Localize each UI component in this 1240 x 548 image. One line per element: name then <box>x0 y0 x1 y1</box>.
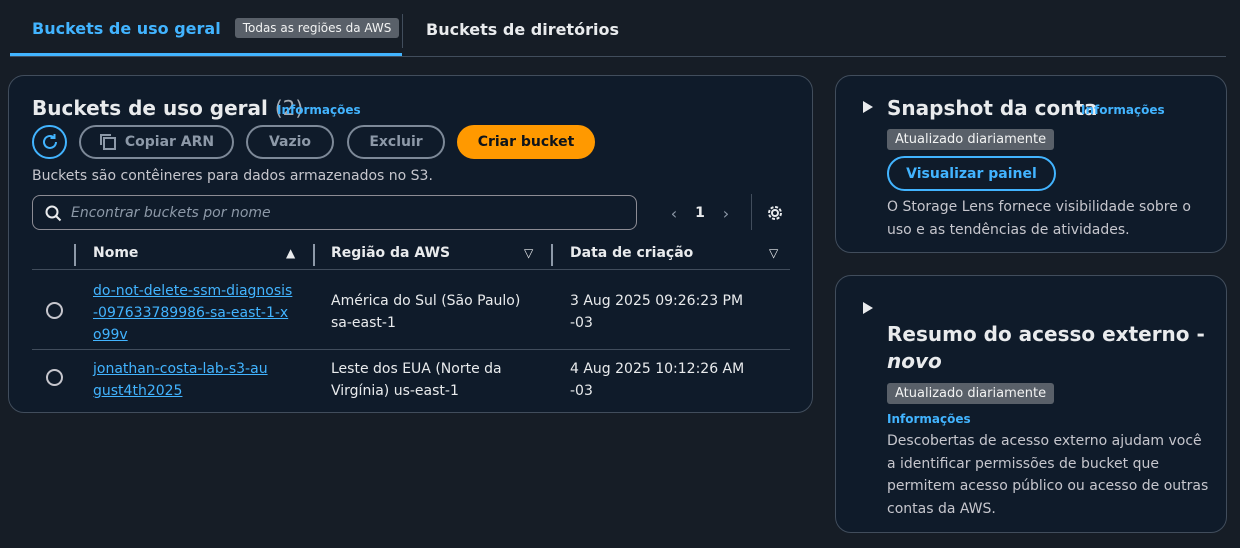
bucket-region: América do Sul (São Paulo) sa-east-1 <box>331 290 520 334</box>
bucket-region: Leste dos EUA (Norte da Virgínia) us-eas… <box>331 358 502 402</box>
bucket-created-date: 3 Aug 2025 09:26:23 PM -03 <box>570 290 743 334</box>
chevron-left-icon[interactable]: ‹ <box>664 204 684 223</box>
date-line: -03 <box>570 315 593 331</box>
search-box <box>32 195 637 230</box>
copy-arn-button[interactable]: Copiar ARN <box>79 125 234 159</box>
text-line: permitem acesso público ou acesso de out… <box>887 478 1209 494</box>
text-line: a identificar permissões de bucket que <box>887 455 1159 472</box>
tab-general-buckets[interactable]: Buckets de uso geral Todas as regiões da… <box>10 0 402 56</box>
snapshot-title: Snapshot da conta <box>887 96 1098 120</box>
updated-daily-badge: Atualizado diariamente <box>887 129 1055 150</box>
date-line: -03 <box>570 383 593 399</box>
tab-directory-label: Buckets de diretórios <box>426 20 619 39</box>
text-line: uso e as tendências de atividades. <box>887 221 1130 238</box>
delete-button[interactable]: Excluir <box>347 125 445 159</box>
page-number[interactable]: 1 <box>684 205 716 221</box>
tab-directory-buckets[interactable]: Buckets de diretórios <box>426 0 619 56</box>
caret-right-icon[interactable] <box>863 302 873 314</box>
column-header-region[interactable]: Região da AWS <box>331 245 450 261</box>
text-line: O Storage Lens fornece visibilidade sobr… <box>887 199 1191 215</box>
panel-title: Buckets de uso geral (2) <box>32 96 303 120</box>
pager-divider <box>751 194 752 230</box>
snapshot-description: O Storage Lens fornece visibilidade sobr… <box>887 196 1191 241</box>
date-line: 3 Aug 2025 09:26:23 PM <box>570 293 744 309</box>
text-line: contas da AWS. <box>887 500 996 517</box>
column-divider[interactable] <box>313 244 315 266</box>
refresh-icon <box>42 134 57 149</box>
tab-bar: Buckets de uso geral Todas as regiões da… <box>10 0 1226 57</box>
panel-title-text: Buckets de uso geral <box>32 96 268 120</box>
region-line: Virgínia) us-east-1 <box>331 383 459 399</box>
column-divider <box>74 244 76 266</box>
bucket-name-link[interactable]: jonathan-costa-lab-s3-august4th2025 <box>93 358 273 402</box>
external-title: Resumo do acesso externo - novo <box>887 321 1205 375</box>
updated-daily-badge: Atualizado diariamente <box>887 383 1055 404</box>
column-header-name[interactable]: Nome <box>93 245 138 261</box>
general-buckets-panel: Buckets de uso geral (2) Informações Cop… <box>8 75 813 413</box>
row-select-radio[interactable] <box>46 302 63 319</box>
region-line: sa-east-1 <box>331 315 396 331</box>
search-input[interactable] <box>71 204 636 221</box>
copy-icon <box>99 134 116 150</box>
chevron-right-icon[interactable]: › <box>716 204 736 223</box>
new-label: novo <box>887 349 942 373</box>
all-regions-badge: Todas as regiões da AWS <box>234 18 400 38</box>
external-info-link[interactable]: Informações <box>887 412 971 426</box>
empty-button[interactable]: Vazio <box>246 125 334 159</box>
column-divider[interactable] <box>551 244 553 266</box>
snapshot-info-link[interactable]: Informações <box>1081 103 1165 117</box>
search-icon <box>45 205 62 222</box>
sort-asc-icon[interactable]: ▲ <box>286 246 295 260</box>
info-link[interactable]: Informações <box>277 103 361 117</box>
sort-desc-icon[interactable]: ▽ <box>524 246 533 260</box>
table-header: Nome ▲ Região da AWS ▽ Data de criação ▽ <box>32 240 790 270</box>
external-description: Descobertas de acesso externo ajudam voc… <box>887 430 1208 520</box>
table-row: jonathan-costa-lab-s3-august4th2025 Lest… <box>32 350 790 407</box>
region-line: Leste dos EUA (Norte da <box>331 361 502 377</box>
panel-description: Buckets são contêineres para dados armaz… <box>32 168 433 184</box>
external-title-line: Resumo do acesso externo - <box>887 322 1205 346</box>
external-title-new: novo <box>887 348 1205 375</box>
tab-general-label: Buckets de uso geral <box>32 18 221 38</box>
bucket-name-link[interactable]: do-not-delete-ssm-diagnosis-097633789986… <box>93 280 293 346</box>
region-line: América do Sul (São Paulo) <box>331 293 521 309</box>
copy-arn-label: Copiar ARN <box>124 134 215 150</box>
create-bucket-button[interactable]: Criar bucket <box>457 125 595 159</box>
row-select-radio[interactable] <box>46 369 63 386</box>
column-header-created[interactable]: Data de criação <box>570 245 693 261</box>
tab-divider <box>402 14 403 48</box>
caret-right-icon[interactable] <box>863 101 873 113</box>
external-access-panel: Resumo do acesso externo - novo Atualiza… <box>835 275 1227 533</box>
refresh-button[interactable] <box>32 125 67 159</box>
view-dashboard-button[interactable]: Visualizar painel <box>887 156 1056 191</box>
date-line: 4 Aug 2025 10:12:26 AM <box>570 361 745 377</box>
table-row: do-not-delete-ssm-diagnosis-097633789986… <box>32 271 790 350</box>
gear-icon[interactable] <box>765 203 785 223</box>
bucket-created-date: 4 Aug 2025 10:12:26 AM -03 <box>570 358 744 402</box>
text-line: Descobertas de acesso externo ajudam voc… <box>887 433 1202 449</box>
sort-desc-icon[interactable]: ▽ <box>769 246 778 260</box>
account-snapshot-panel: Snapshot da conta Informações Atualizado… <box>835 75 1227 253</box>
pagination: ‹ 1 › <box>664 202 736 224</box>
